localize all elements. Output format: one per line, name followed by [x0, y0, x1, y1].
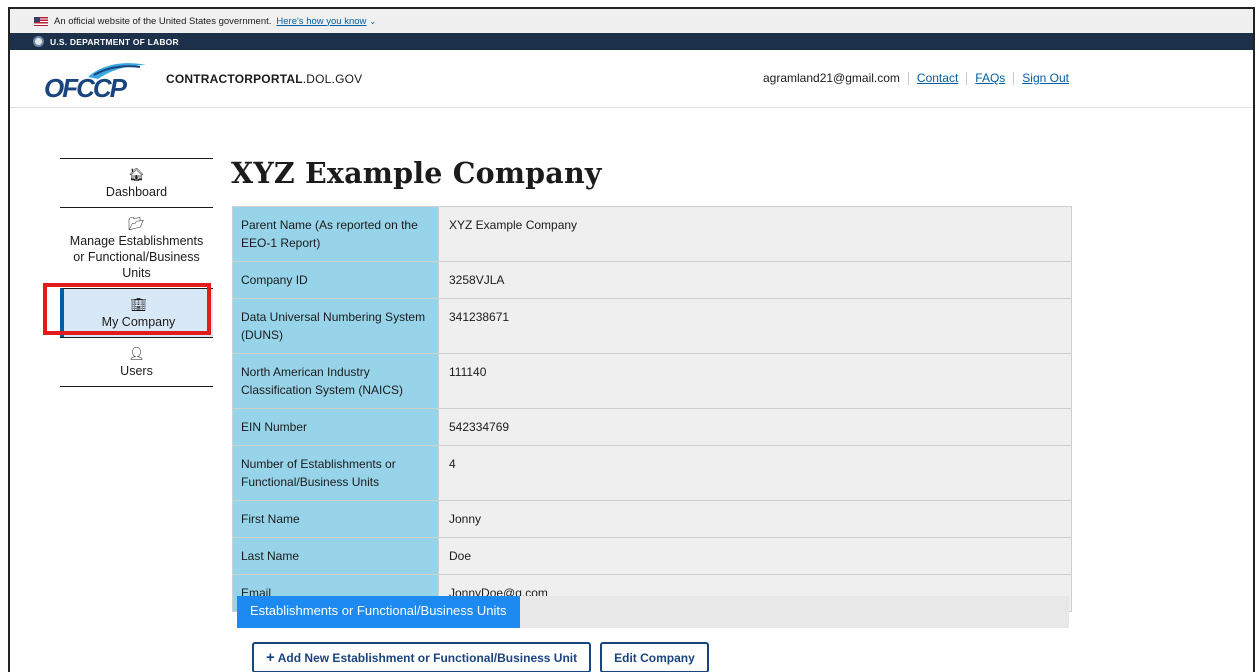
detail-label: First Name [232, 500, 439, 538]
nav-divider [1013, 71, 1015, 85]
user-icon: 👤︎ [128, 346, 145, 361]
table-row: EIN Number 542334769 [232, 408, 1072, 446]
site-header: OFCCP CONTRACTORPORTAL.DOL.GOV agramland… [10, 50, 1253, 108]
sidebar-item-dashboard[interactable]: 🏠︎ Dashboard [60, 158, 213, 207]
edit-company-button[interactable]: Edit Company [600, 642, 709, 672]
detail-label: Last Name [232, 537, 439, 575]
sidebar-nav: 🏠︎ Dashboard 📂︎ Manage Establishments or… [60, 158, 213, 387]
table-row: First Name Jonny [232, 500, 1072, 538]
plus-icon: + [266, 649, 275, 666]
detail-label: Company ID [232, 261, 439, 299]
sidebar-item-my-company[interactable]: 🏢︎ My Company [60, 288, 213, 337]
portal-name-bold: CONTRACTORPORTAL [166, 71, 303, 86]
detail-value: Jonny [438, 500, 1072, 538]
table-row: Parent Name (As reported on the EEO-1 Re… [232, 206, 1072, 262]
user-email: agramland21@gmail.com [763, 71, 900, 85]
tab-strip: Establishments or Functional/Business Un… [237, 596, 1069, 628]
add-establishment-label: Add New Establishment or Functional/Busi… [277, 650, 578, 665]
tab-establishments[interactable]: Establishments or Functional/Business Un… [237, 596, 520, 628]
detail-value: 341238671 [438, 298, 1072, 354]
detail-value: 542334769 [438, 408, 1072, 446]
detail-label: Data Universal Numbering System (DUNS) [232, 298, 439, 354]
ofccp-logo[interactable]: OFCCP [44, 59, 154, 103]
faqs-link[interactable]: FAQs [975, 71, 1005, 85]
sidebar-item-label: Manage Establishments or Functional/Busi… [69, 234, 204, 280]
sidebar-item-label: My Company [101, 315, 176, 329]
table-row: Data Universal Numbering System (DUNS) 34… [232, 298, 1072, 354]
gov-banner: An official website of the United States… [10, 9, 1253, 33]
detail-label: EIN Number [232, 408, 439, 446]
sidebar-item-label: Users [120, 364, 153, 378]
detail-label: Number of Establishments or Functional/B… [232, 445, 439, 501]
detail-value: 3258VJLA [438, 261, 1072, 299]
detail-value: Doe [438, 537, 1072, 575]
detail-value: XYZ Example Company [438, 206, 1072, 262]
add-establishment-button[interactable]: + Add New Establishment or Functional/Bu… [252, 642, 592, 672]
nav-divider [966, 71, 968, 85]
folder-open-icon: 📂︎ [128, 216, 145, 231]
portal-name-domain: .DOL.GOV [302, 71, 363, 86]
us-flag-icon [34, 16, 48, 26]
table-row: Number of Establishments or Functional/B… [232, 445, 1072, 501]
portal-name[interactable]: CONTRACTORPORTAL.DOL.GOV [166, 72, 362, 86]
agency-bar: U.S. DEPARTMENT OF LABOR [10, 33, 1253, 50]
detail-label: North American Industry Classification S… [232, 353, 439, 409]
browser-frame: An official website of the United States… [8, 7, 1255, 672]
home-icon: 🏠︎ [128, 167, 145, 182]
building-icon: 🏢︎ [130, 297, 147, 312]
detail-value: 111140 [438, 353, 1072, 409]
table-row: Last Name Doe [232, 537, 1072, 575]
action-buttons: + Add New Establishment or Functional/Bu… [252, 642, 709, 672]
company-details-table: Parent Name (As reported on the EEO-1 Re… [232, 206, 1072, 612]
sidebar-item-manage-establishments[interactable]: 📂︎ Manage Establishments or Functional/B… [60, 207, 213, 288]
heres-how-you-know-link[interactable]: Here's how you know [276, 16, 366, 27]
table-row: North American Industry Classification S… [232, 353, 1072, 409]
contact-link[interactable]: Contact [917, 71, 958, 85]
detail-value: 4 [438, 445, 1072, 501]
nav-divider [907, 71, 909, 85]
sidebar-item-users[interactable]: 👤︎ Users [60, 337, 213, 387]
dol-seal-icon [33, 36, 44, 47]
user-nav: agramland21@gmail.com Contact FAQs Sign … [763, 71, 1069, 85]
sidebar-item-label: Dashboard [105, 185, 168, 199]
chevron-down-icon[interactable]: ⌄ [369, 17, 376, 26]
detail-label: Parent Name (As reported on the EEO-1 Re… [232, 206, 439, 262]
sign-out-link[interactable]: Sign Out [1022, 71, 1069, 85]
page-title: XYZ Example Company [231, 156, 602, 190]
logo-text: OFCCP [44, 72, 127, 103]
gov-banner-text: An official website of the United States… [54, 15, 272, 27]
table-row: Company ID 3258VJLA [232, 261, 1072, 299]
agency-name: U.S. DEPARTMENT OF LABOR [50, 36, 179, 47]
